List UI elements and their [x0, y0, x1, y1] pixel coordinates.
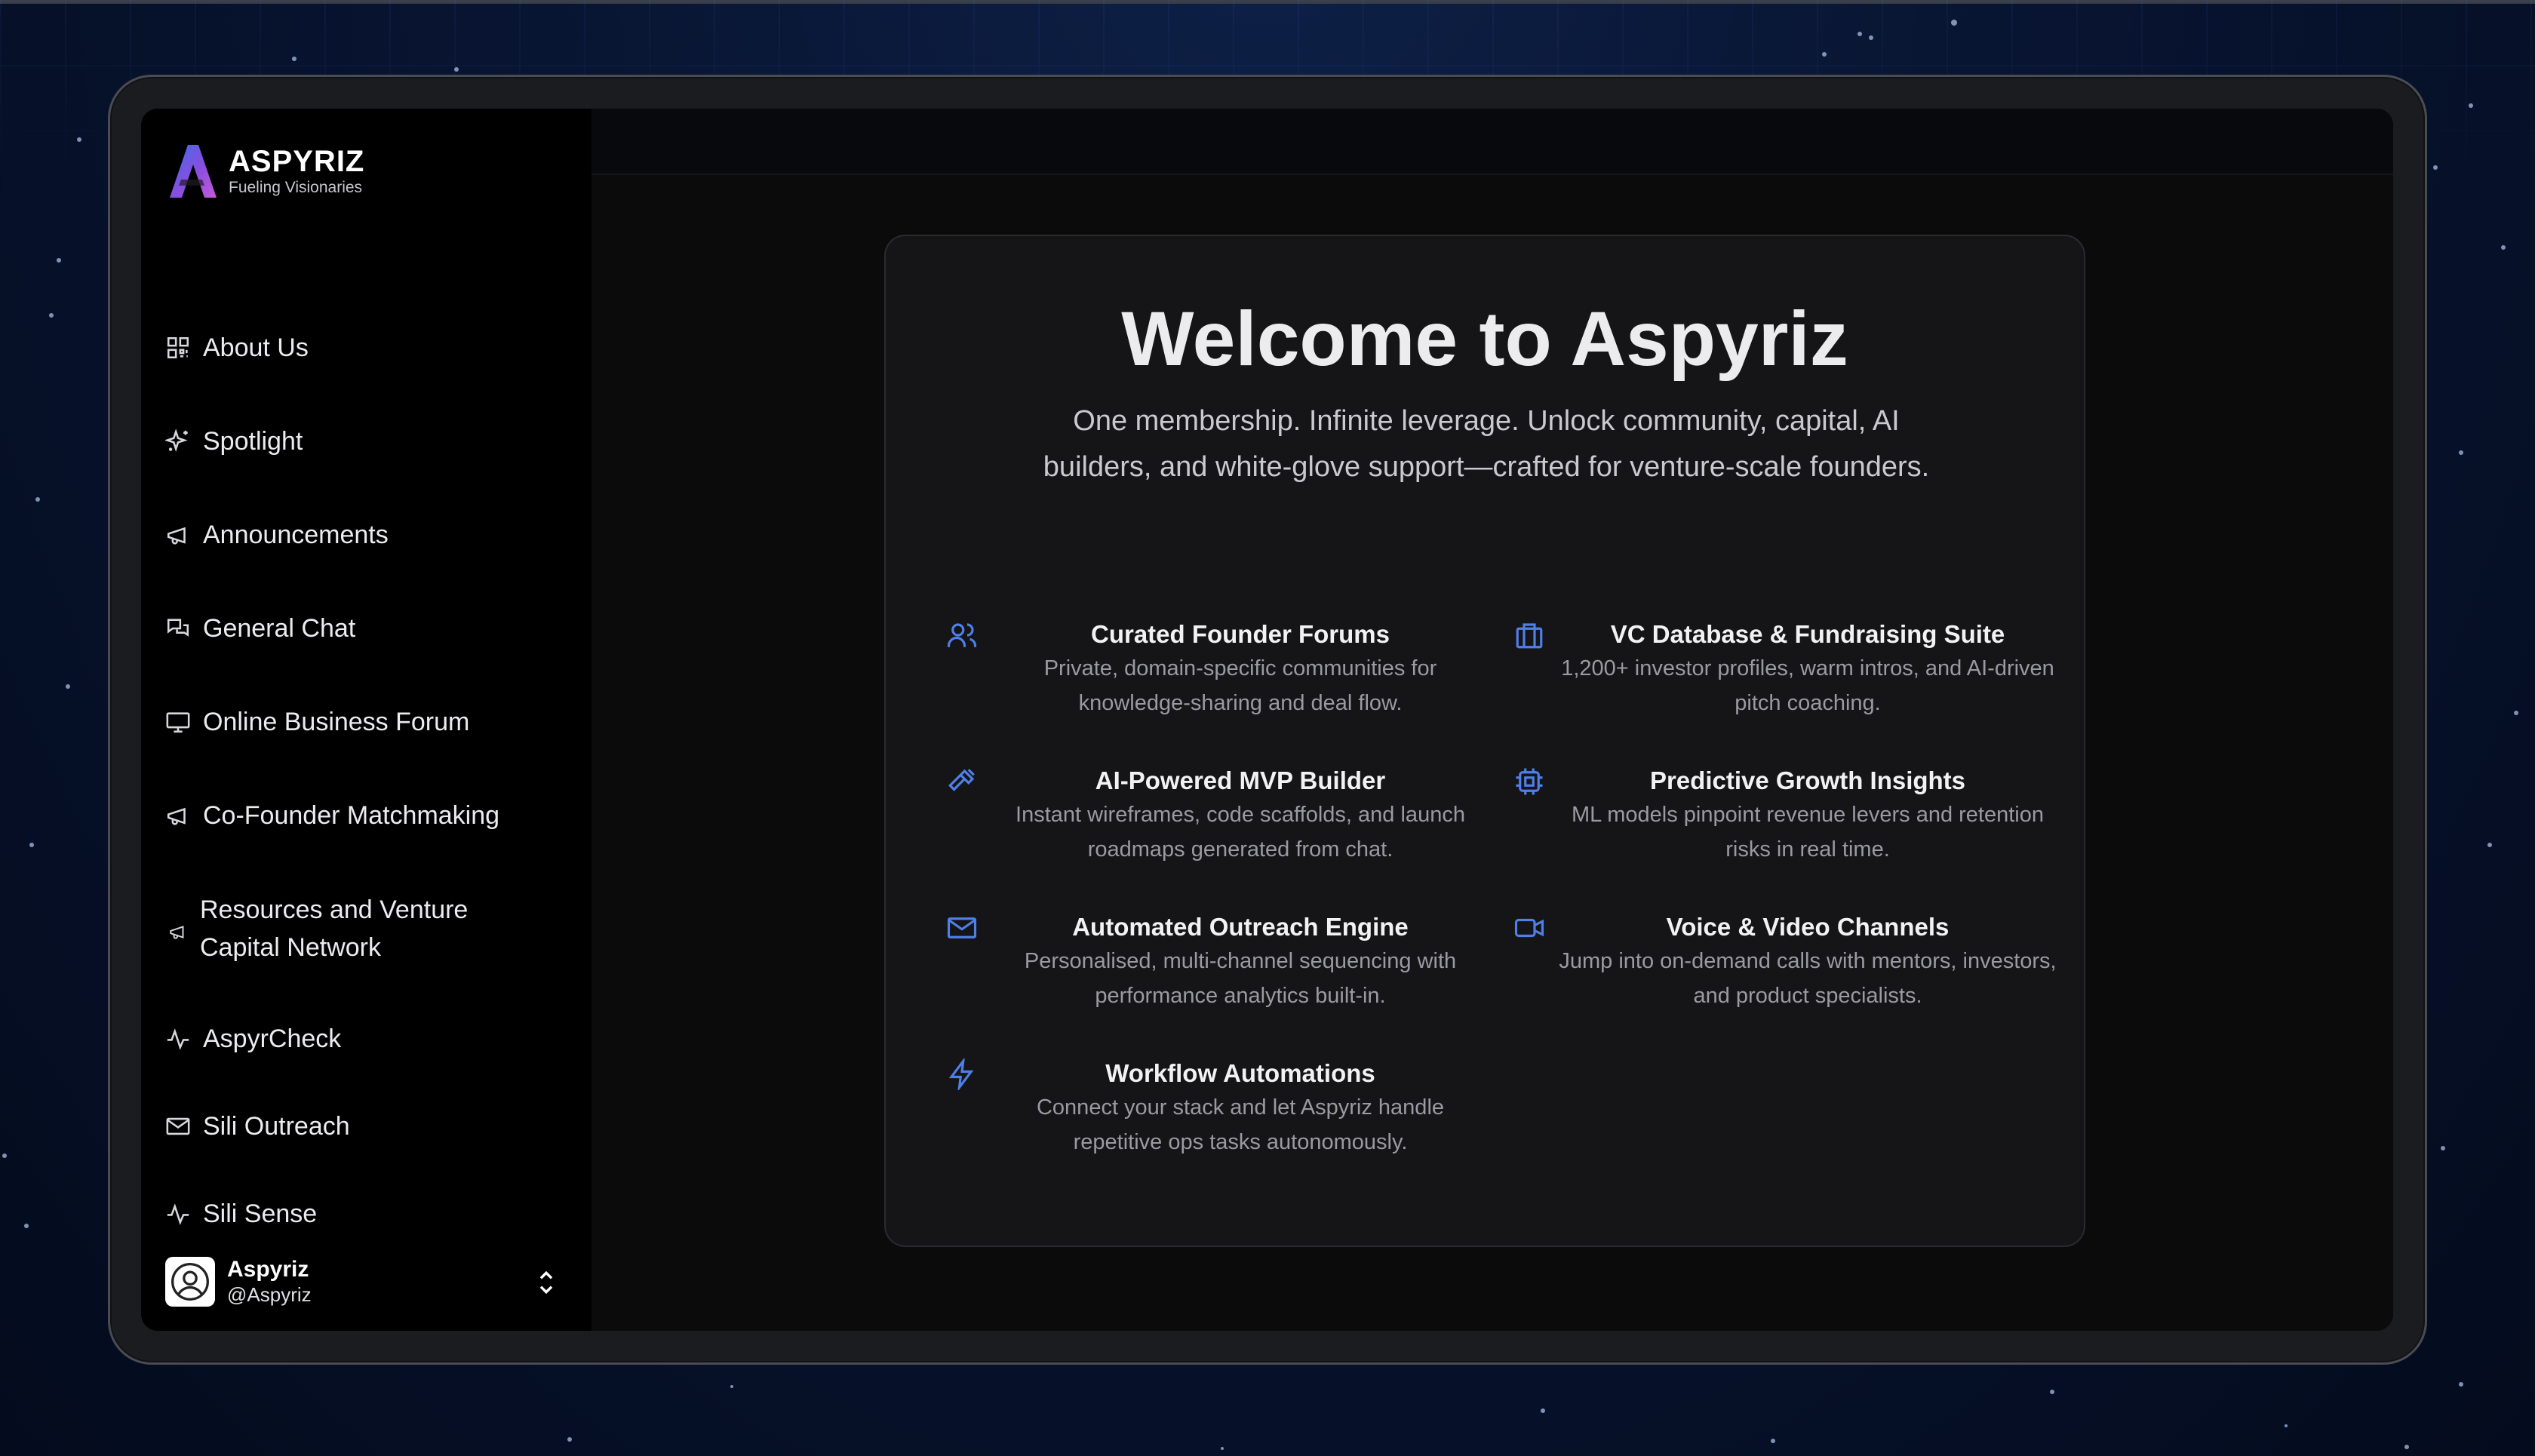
app-window: ASPYRIZ Fueling Visionaries About Us Spo… [141, 109, 2393, 1331]
feature-title: AI-Powered MVP Builder [1095, 766, 1386, 794]
sidebar-item-online-business-forum[interactable]: Online Business Forum [165, 675, 573, 769]
megaphone-icon [165, 803, 191, 828]
feature-description: Personalised, multi-channel sequencing w… [1024, 949, 1457, 1008]
mail-icon [165, 1114, 191, 1139]
activity-icon [165, 1201, 191, 1227]
user-name: Aspyriz [227, 1257, 309, 1282]
feature-description: 1,200+ investor profiles, warm intros, a… [1561, 656, 2054, 715]
sidebar-item-label: Online Business Forum [203, 708, 470, 736]
cpu-icon [1513, 766, 1545, 797]
aspyriz-logo-icon [170, 145, 217, 198]
feature-title: Workflow Automations [1105, 1059, 1375, 1087]
hammer-icon [946, 766, 978, 797]
feature-title: Predictive Growth Insights [1649, 766, 1966, 794]
sidebar-item-label: General Chat [203, 614, 356, 643]
monitor-icon [165, 709, 191, 735]
sidebar-item-label: Resources and Venture Capital Network [200, 891, 468, 966]
user-profile-switcher[interactable]: Aspyriz @Aspyriz [165, 1257, 573, 1307]
chat-bubbles-icon [165, 616, 191, 641]
sidebar-item-label: Spotlight [203, 427, 303, 456]
qr-grid-icon [165, 335, 191, 361]
brand[interactable]: ASPYRIZ Fueling Visionaries [165, 142, 364, 201]
sidebar-item-sili-outreach[interactable]: Sili Outreach [165, 1083, 573, 1170]
sidebar-item-label: Sili Sense [203, 1200, 318, 1228]
sidebar-item-label: About Us [203, 333, 309, 362]
sidebar-item-label: Announcements [203, 521, 389, 549]
avatar [165, 1257, 215, 1307]
sidebar-item-label-line2: Capital Network [200, 933, 381, 962]
feature-title: Voice & Video Channels [1666, 913, 1950, 941]
feature-description: Instant wireframes, code scaffolds, and … [1016, 803, 1465, 862]
sparkle-icon [164, 429, 191, 454]
feature-description: Connect your stack and let Aspyriz handl… [1036, 1095, 1445, 1154]
users-icon [946, 619, 978, 651]
feature-title: Curated Founder Forums [1090, 620, 1390, 648]
sidebar-item-label: Sili Outreach [203, 1112, 350, 1141]
sidebar-item-label: AspyrCheck [203, 1024, 342, 1053]
sidebar-item-co-founder-matchmaking[interactable]: Co-Founder Matchmaking [165, 769, 573, 862]
sidebar-item-sili-sense[interactable]: Sili Sense [165, 1170, 573, 1258]
sidebar-nav: About Us Spotlight Announcements General… [164, 301, 573, 1258]
zap-icon [946, 1056, 978, 1092]
top-bar [592, 109, 2393, 175]
sidebar-item-general-chat[interactable]: General Chat [165, 582, 573, 675]
main-content: Welcome to Aspyriz One membership. Infin… [592, 109, 2393, 1331]
sidebar-item-spotlight[interactable]: Spotlight [164, 395, 573, 488]
user-circle-icon [171, 1263, 209, 1301]
feature-description: Jump into on-demand calls with mentors, … [1559, 949, 2057, 1008]
activity-icon [165, 1026, 191, 1052]
megaphone-icon [168, 919, 188, 939]
page-title: Welcome to Aspyriz [1121, 296, 1848, 382]
sidebar-item-label-line1: Resources and Venture [200, 895, 469, 924]
sidebar-item-aspyrcheck[interactable]: AspyrCheck [165, 995, 573, 1083]
sidebar-item-label: Co-Founder Matchmaking [203, 801, 500, 830]
feature-description: Private, domain-specific communities for… [1043, 656, 1437, 715]
feature-title: VC Database & Fundraising Suite [1610, 620, 2005, 648]
welcome-card: Welcome to Aspyriz One membership. Infin… [884, 235, 2085, 1247]
mail-icon [946, 912, 978, 944]
sidebar: ASPYRIZ Fueling Visionaries About Us Spo… [141, 109, 592, 1331]
sidebar-item-announcements[interactable]: Announcements [165, 488, 573, 582]
user-handle: @Aspyriz [227, 1283, 312, 1306]
sidebar-item-about-us[interactable]: About Us [165, 301, 573, 395]
megaphone-icon [165, 522, 191, 548]
briefcase-icon [1513, 619, 1545, 651]
feature-description: ML models pinpoint revenue levers and re… [1571, 803, 2045, 862]
feature-title: Automated Outreach Engine [1072, 913, 1409, 941]
page-subtitle: One membership. Infinite leverage. Unloc… [1043, 405, 1930, 483]
chevron-up-down-icon[interactable] [533, 1267, 559, 1298]
sidebar-item-resources-vc-network[interactable]: Resources and Venture Capital Network [165, 862, 573, 995]
brand-tagline: Fueling Visionaries [229, 179, 363, 196]
video-icon [1513, 912, 1545, 944]
brand-name: ASPYRIZ [229, 145, 365, 178]
